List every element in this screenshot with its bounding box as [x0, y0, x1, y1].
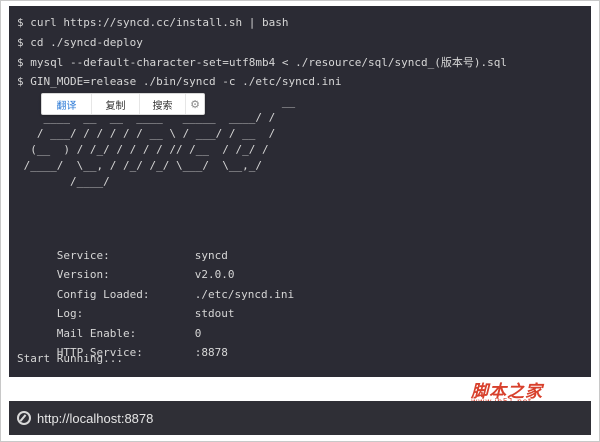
terminal-window: $ curl https://syncd.cc/install.sh | bas…: [9, 6, 591, 377]
copy-button[interactable]: 复制: [92, 94, 140, 114]
command-line-4: $ GIN_MODE=release ./bin/syncd -c ./etc/…: [17, 75, 342, 88]
screenshot-frame: $ curl https://syncd.cc/install.sh | bas…: [0, 0, 600, 442]
gear-icon[interactable]: ⚙: [186, 94, 204, 114]
search-button[interactable]: 搜索: [140, 94, 186, 114]
site-watermark: 脚本之家 www.jb51.net: [471, 377, 591, 406]
info-value: :8878: [194, 346, 228, 359]
command-line-2: $ cd ./syncd-deploy: [17, 36, 143, 49]
command-line-1: $ curl https://syncd.cc/install.sh | bas…: [17, 16, 289, 29]
compass-icon: [17, 411, 31, 425]
translate-button[interactable]: 翻译: [42, 94, 92, 114]
browser-status-bar: http://localhost:8878: [9, 401, 591, 435]
status-url[interactable]: http://localhost:8878: [37, 411, 153, 426]
translation-popup: 翻译 复制 搜索 ⚙: [41, 93, 205, 115]
running-status: Start Running...: [17, 352, 123, 365]
command-line-3: $ mysql --default-character-set=utf8mb4 …: [17, 56, 507, 69]
